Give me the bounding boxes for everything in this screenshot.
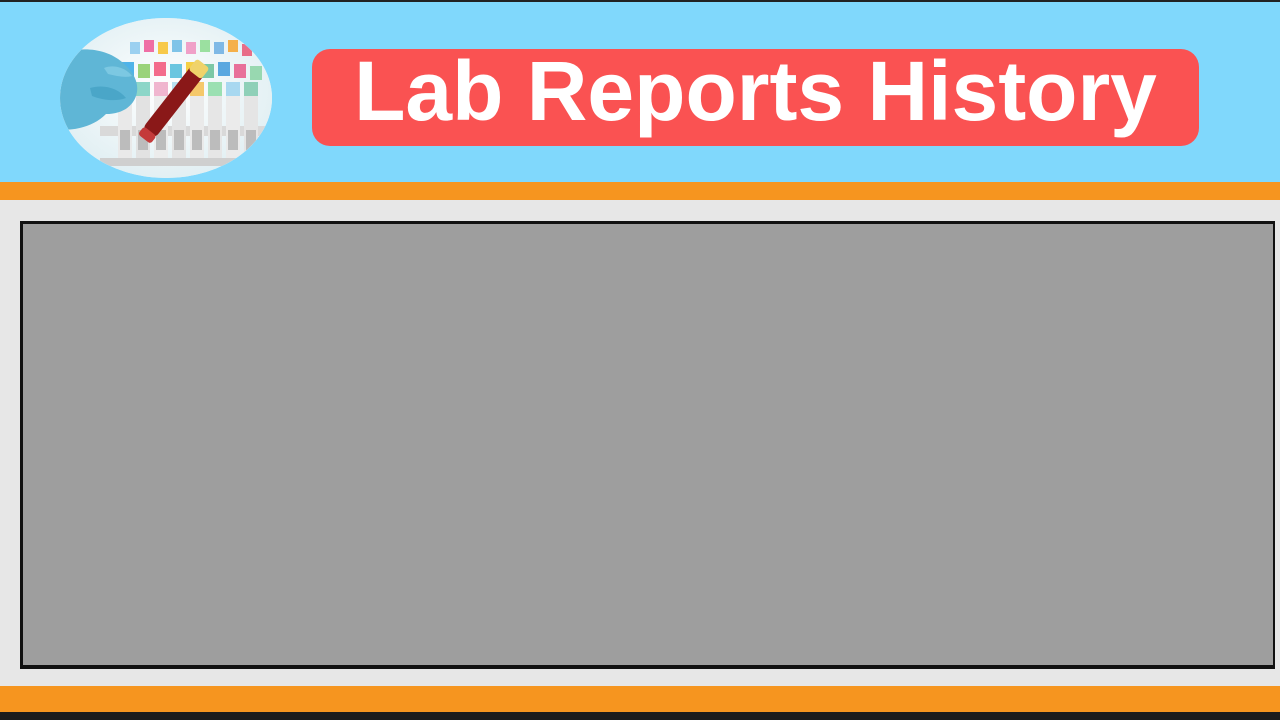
content-area bbox=[0, 200, 1280, 686]
lab-reports-list-panel[interactable] bbox=[20, 221, 1275, 669]
footer-accent-stripe bbox=[0, 686, 1280, 712]
header-accent-stripe bbox=[0, 182, 1280, 200]
page-title: Lab Reports History bbox=[354, 49, 1157, 138]
test-tubes-icon bbox=[60, 18, 272, 178]
header-bar: Lab Reports History bbox=[0, 2, 1280, 182]
app-window: Lab Reports History bbox=[0, 0, 1280, 720]
bottom-edge bbox=[0, 712, 1280, 720]
page-title-banner: Lab Reports History bbox=[312, 49, 1199, 146]
